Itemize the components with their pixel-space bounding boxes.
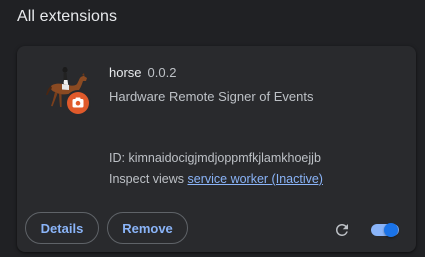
details-button[interactable]: Details [25, 212, 99, 244]
remove-button[interactable]: Remove [107, 212, 188, 244]
extension-name-text: horse [109, 65, 142, 80]
inspect-views: Inspect views service worker (Inactive) [109, 172, 323, 186]
service-worker-link[interactable]: service worker (Inactive) [188, 172, 323, 186]
extension-card: horse 0.0.2 Hardware Remote Signer of Eve… [17, 46, 416, 252]
camera-badge-icon [67, 92, 89, 114]
extension-id: ID: kimnaidocigjmdjoppmfkjlamkhoejjb [109, 151, 321, 165]
section-title: All extensions [17, 8, 118, 25]
inspect-views-label: Inspect views [109, 172, 185, 186]
toggle-knob [384, 223, 398, 237]
extensions-page: All extensions horse 0.0.2 Hardware Remo… [0, 0, 425, 257]
extension-description: Hardware Remote Signer of Events [109, 89, 314, 104]
extension-version: 0.0.2 [147, 65, 177, 80]
extension-name: horse 0.0.2 [109, 65, 176, 80]
reload-icon[interactable] [333, 221, 351, 239]
enable-toggle[interactable] [371, 222, 399, 238]
